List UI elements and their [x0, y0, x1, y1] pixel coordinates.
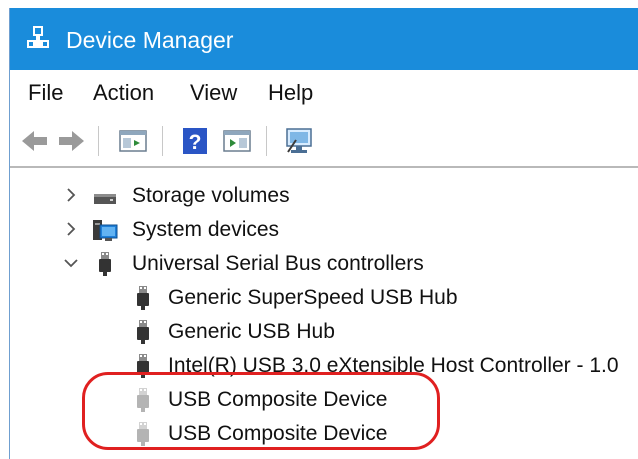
menu-view[interactable]: View: [190, 80, 237, 106]
title-bar[interactable]: Device Manager: [10, 8, 638, 70]
toolbar: ?: [10, 116, 638, 166]
chevron-right-icon[interactable]: [60, 184, 82, 206]
system-devices-icon: [93, 220, 118, 241]
scan-hardware-changes-icon[interactable]: [284, 126, 314, 156]
svg-text:?: ?: [189, 131, 202, 154]
device-manager-icon: [27, 26, 49, 48]
tree-item-label: Universal Serial Bus controllers: [132, 252, 424, 275]
toolbar-separator: [98, 126, 99, 156]
tree-item-label: Generic SuperSpeed USB Hub: [168, 286, 458, 309]
usb-plug-icon: [137, 286, 149, 310]
tree-item-label: USB Composite Device: [168, 422, 388, 445]
toolbar-separator: [162, 126, 163, 156]
tree-item-label: Intel(R) USB 3.0 eXtensible Host Control…: [168, 354, 619, 377]
chevron-down-icon[interactable]: [60, 252, 82, 274]
storage-volume-icon: [94, 194, 116, 204]
tree-item-label: Generic USB Hub: [168, 320, 335, 343]
usb-plug-icon: [137, 422, 149, 446]
usb-plug-icon: [137, 320, 149, 344]
menu-file[interactable]: File: [28, 80, 63, 106]
menu-action[interactable]: Action: [93, 80, 154, 106]
tree-item-label: USB Composite Device: [168, 388, 388, 411]
help-icon[interactable]: ?: [180, 126, 210, 156]
device-manager-window: Device Manager File Action View Help ? S…: [9, 8, 638, 459]
window-title: Device Manager: [66, 27, 234, 53]
tree-item-label: System devices: [132, 218, 280, 241]
menu-bar: File Action View Help: [10, 70, 638, 116]
forward-arrow-icon[interactable]: [56, 126, 86, 156]
usb-plug-icon: [137, 354, 149, 378]
tree-item-label: Storage volumes: [132, 184, 290, 207]
usb-plug-icon: [99, 252, 111, 276]
back-arrow-icon[interactable]: [20, 126, 50, 156]
usb-plug-icon: [137, 388, 149, 412]
toolbar-separator: [266, 126, 267, 156]
show-hide-console-tree-icon[interactable]: [118, 126, 148, 156]
menu-help[interactable]: Help: [268, 80, 313, 106]
device-tree: Storage volumes System devices Universal…: [10, 166, 638, 459]
properties-icon[interactable]: [222, 126, 252, 156]
chevron-right-icon[interactable]: [60, 218, 82, 240]
